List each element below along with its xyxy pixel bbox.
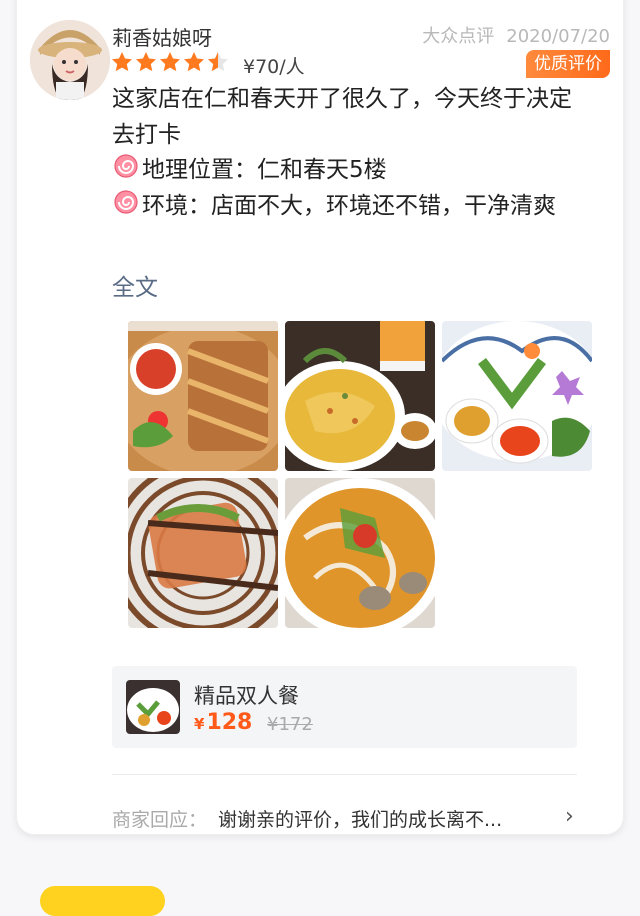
star-full-icon	[160, 52, 180, 72]
review-date: 2020/07/20	[506, 26, 610, 47]
deal-currency: ¥	[194, 715, 205, 733]
divider	[112, 774, 577, 775]
review-text[interactable]: 这家店在仁和春天开了很久了，今天终于决定去打卡 地理位置：仁和春天5楼 环境：店…	[112, 82, 582, 224]
deal-original-price: ¥172	[267, 714, 313, 735]
merchant-reply-text[interactable]: 谢谢亲的评价，我们的成长离不...	[218, 805, 502, 832]
review-photo[interactable]	[285, 321, 435, 471]
deal-name: 精品双人餐	[194, 684, 299, 708]
review-photo[interactable]	[128, 478, 278, 628]
source-and-date: 大众点评 2020/07/20	[422, 22, 610, 48]
user-avatar[interactable]	[30, 20, 110, 100]
star-full-icon	[136, 52, 156, 72]
deal-price-value: 128	[206, 710, 253, 735]
review-line-intro: 这家店在仁和春天开了很久了，今天终于决定去打卡	[112, 86, 572, 148]
bottom-action-button[interactable]	[40, 886, 165, 916]
chevron-right-icon[interactable]: ›	[565, 804, 574, 829]
review-photo[interactable]	[128, 321, 278, 471]
review-photo[interactable]	[442, 321, 592, 471]
full-text-link[interactable]: 全文	[112, 268, 158, 302]
user-name[interactable]: 莉香姑娘呀	[112, 22, 212, 51]
review-photo[interactable]	[285, 478, 435, 628]
merchant-reply-label: 商家回应：	[112, 809, 208, 831]
deal-price: ¥128	[194, 710, 252, 735]
review-source: 大众点评	[422, 26, 495, 47]
star-full-icon	[184, 52, 204, 72]
star-full-icon	[112, 52, 132, 72]
star-rating	[110, 50, 230, 78]
lollipop-icon	[114, 189, 138, 214]
price-per-person: ¥70/人	[243, 56, 305, 78]
deal-thumbnail	[126, 680, 180, 734]
star-half-icon	[208, 52, 228, 72]
deal-card[interactable]: 精品双人餐 ¥128 ¥172	[112, 666, 577, 748]
review-line-location: 地理位置：仁和春天5楼	[112, 153, 582, 189]
review-location-text: 地理位置：仁和春天5楼	[142, 157, 387, 183]
review-line-environment: 环境：店面不大，环境还不错，干净清爽	[112, 189, 582, 225]
review-environment-text: 环境：店面不大，环境还不错，干净清爽	[142, 192, 556, 219]
quality-review-badge: 优质评价	[526, 50, 610, 78]
lollipop-icon	[114, 154, 138, 178]
